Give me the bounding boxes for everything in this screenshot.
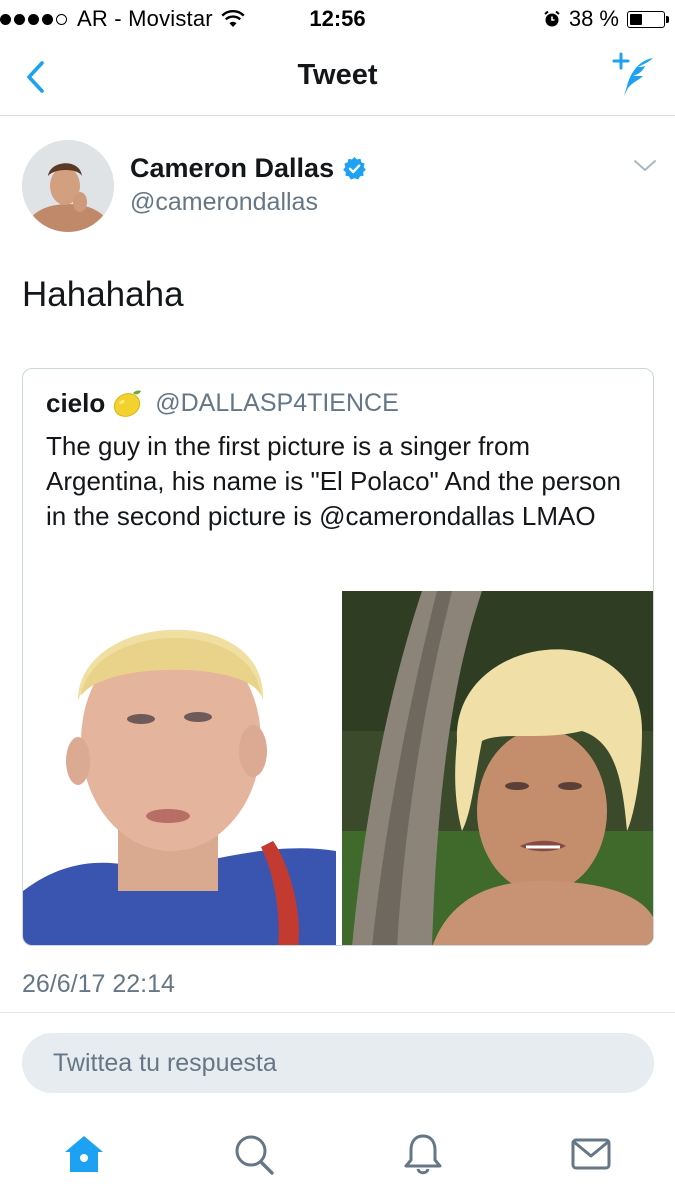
notifications-icon[interactable] [401, 1132, 445, 1176]
search-icon[interactable] [232, 1132, 276, 1176]
quoted-tweet-media [23, 591, 653, 945]
compose-tweet-icon[interactable] [611, 52, 657, 98]
tweet-text: Hahahaha [22, 275, 184, 314]
quoted-author-name: cielo [46, 387, 106, 418]
home-icon[interactable] [62, 1132, 106, 1176]
divider [0, 1012, 675, 1013]
reply-box[interactable] [22, 1033, 654, 1093]
quoted-tweet-header: cielo @DALLASP4TIENCE [46, 387, 399, 419]
battery-fill [630, 13, 643, 25]
alarm-icon [544, 10, 560, 27]
page-title: Tweet [297, 59, 378, 91]
author-name[interactable]: Cameron Dallas [130, 153, 367, 184]
quoted-image-1[interactable] [23, 591, 336, 945]
tab-bar [0, 1110, 675, 1200]
quoted-author-handle: @DALLASP4TIENCE [155, 388, 399, 417]
messages-icon[interactable] [569, 1132, 613, 1176]
status-bar: AR - Movistar 12:56 38 % [0, 0, 675, 38]
author-name-text[interactable]: Cameron Dallas [130, 153, 334, 184]
battery-percent: 38 % [568, 6, 619, 31]
avatar[interactable] [22, 140, 114, 232]
quoted-tweet-text: The guy in the first picture is a singer… [46, 431, 621, 531]
verified-badge-icon [343, 157, 366, 180]
tweet-timestamp: 26/6/17 22:14 [22, 970, 175, 998]
quoted-image-2[interactable] [342, 591, 653, 945]
author-handle[interactable]: @camerondallas [130, 188, 318, 217]
nav-bar: Tweet [0, 38, 675, 116]
quoted-tweet[interactable]: cielo @DALLASP4TIENCE The guy in the fir… [22, 368, 654, 946]
status-right: 38 % [543, 6, 669, 32]
reply-input[interactable] [22, 1033, 654, 1093]
battery-icon [627, 10, 669, 28]
lemon-emoji-icon [114, 390, 142, 417]
chevron-down-icon[interactable] [633, 158, 657, 174]
